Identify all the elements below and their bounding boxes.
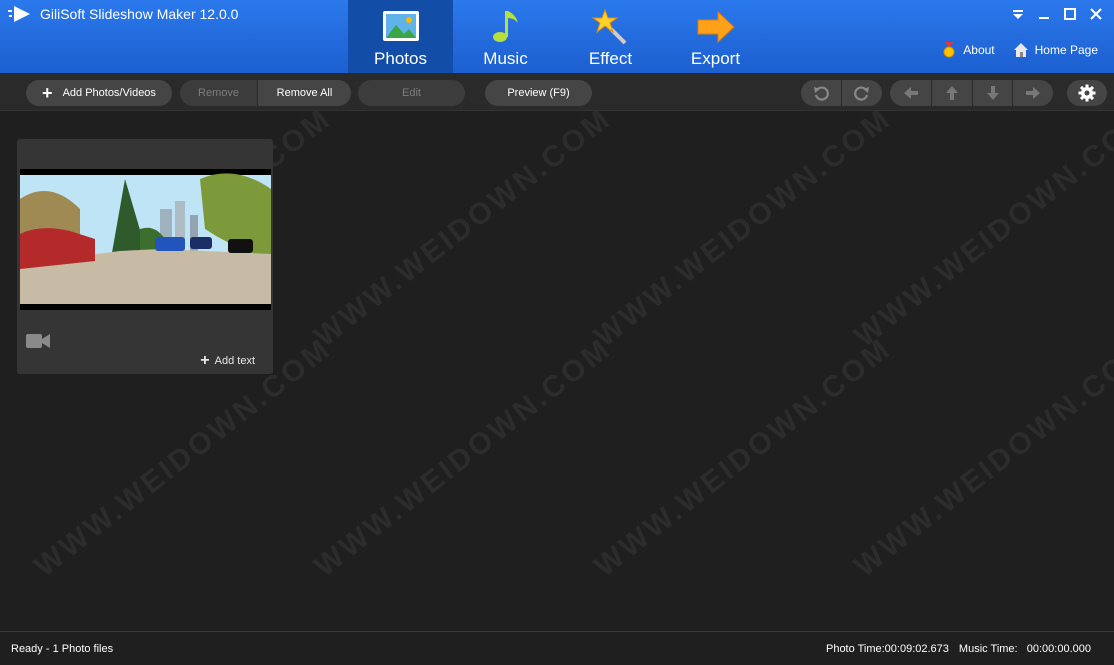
window-controls [1010,6,1104,22]
watermark: WWW.WEIDOWN.COM [308,111,618,354]
rotate-left-icon [814,86,829,101]
home-page-label: Home Page [1034,43,1098,57]
status-bar: Ready - 1 Photo files Photo Time:00:09:0… [0,631,1114,665]
music-time: Music Time: 00:00:00.000 [958,643,1091,655]
music-note-icon [492,11,518,42]
medal-icon [943,42,955,58]
settings-button[interactable] [1067,80,1107,106]
add-text-button[interactable]: + Add text [200,353,255,369]
video-thumbnail[interactable] [20,169,271,310]
video-camera-icon [26,334,50,348]
preview-button[interactable]: Preview (F9) [485,80,592,106]
header-bar: GiliSoft Slideshow Maker 12.0.0 Photos M… [0,0,1114,73]
rotate-left-button[interactable] [801,80,841,106]
main-nav: Photos Music Effect Export [348,0,768,73]
remove-button[interactable]: Remove [180,80,257,106]
watermark: WWW.WEIDOWN.COM [848,111,1114,354]
media-item-card[interactable]: + Add text [17,139,273,374]
watermark: WWW.WEIDOWN.COM [848,331,1114,584]
remove-all-label: Remove All [276,87,333,99]
arrow-right-icon [697,10,735,44]
add-photos-videos-button[interactable]: + Add Photos/Videos [26,80,172,106]
app-logo-icon [8,6,30,22]
rotate-right-button[interactable] [841,80,882,106]
arrow-left-icon [903,87,918,99]
move-left-button[interactable] [890,80,931,106]
edit-button[interactable]: Edit [358,80,465,106]
plus-icon: + [200,352,210,369]
home-page-link[interactable]: Home Page [1013,42,1098,58]
arrow-up-icon [946,86,958,100]
move-up-button[interactable] [931,80,972,106]
tab-effect[interactable]: Effect [558,0,663,73]
app-title: GiliSoft Slideshow Maker 12.0.0 [40,6,239,22]
watermark: WWW.WEIDOWN.COM [308,331,618,584]
tab-export[interactable]: Export [663,0,768,73]
watermark: WWW.WEIDOWN.COM [588,111,898,354]
header-links: About Home Page [941,42,1098,58]
tab-music[interactable]: Music [453,0,558,73]
status-text: Ready - 1 Photo files [11,643,114,655]
tab-export-label: Export [690,49,741,68]
about-label: About [963,43,995,57]
toolbar: + Add Photos/Videos Remove Remove All Ed… [0,73,1114,111]
move-down-button[interactable] [972,80,1012,106]
about-link[interactable]: About [941,42,995,58]
maximize-icon[interactable] [1062,6,1078,22]
gear-icon [1078,84,1096,102]
media-workspace: WWW.WEIDOWN.COM WWW.WEIDOWN.COM WWW.WEID… [0,111,1114,631]
preview-label: Preview (F9) [507,87,570,99]
tab-photos-label: Photos [374,49,427,68]
move-right-button[interactable] [1012,80,1053,106]
close-icon[interactable] [1088,6,1104,22]
remove-all-button[interactable]: Remove All [257,80,351,106]
arrow-down-icon [986,86,999,100]
watermark: WWW.WEIDOWN.COM [588,331,898,584]
add-photos-videos-label: Add Photos/Videos [62,87,156,99]
magic-wand-icon [590,8,626,45]
tab-effect-label: Effect [588,49,633,68]
status-times: Photo Time:00:09:02.673 Music Time: 00:0… [826,643,1091,655]
tab-music-label: Music [483,49,528,68]
minimize-icon[interactable] [1036,6,1052,22]
plus-icon: + [42,83,53,103]
remove-label: Remove [198,87,239,99]
add-text-label: Add text [214,355,255,367]
tab-photos[interactable]: Photos [348,0,453,73]
home-icon [1013,43,1028,57]
dropdown-icon[interactable] [1010,6,1026,22]
app-window: GiliSoft Slideshow Maker 12.0.0 Photos M… [0,0,1114,665]
photo-time: Photo Time:00:09:02.673 [825,643,949,655]
edit-label: Edit [402,87,421,99]
rotate-right-icon [854,86,869,101]
photo-icon [382,11,419,41]
arrow-right-small-icon [1026,87,1040,99]
